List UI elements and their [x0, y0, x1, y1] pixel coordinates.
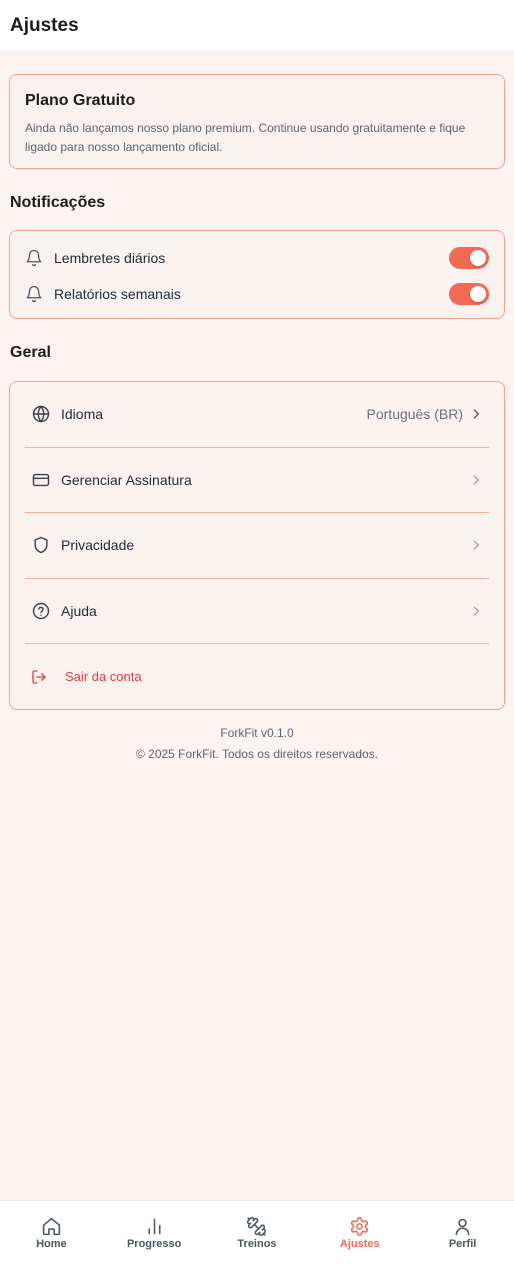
plan-card: Plano Gratuito Ainda não lançamos nosso …: [9, 74, 505, 169]
user-icon: [455, 1218, 470, 1236]
plan-description: Ainda não lançamos nosso plano premium. …: [25, 121, 466, 154]
footer: ForkFit v0.1.0 © 2025 ForkFit. Todos os …: [0, 726, 514, 761]
chevron-right-icon: [473, 409, 479, 419]
daily-reminders-toggle[interactable]: [449, 247, 489, 269]
privacy-row[interactable]: Privacidade: [25, 513, 489, 579]
logout-button[interactable]: Sair da conta: [25, 644, 489, 710]
weekly-reports-toggle[interactable]: [449, 283, 489, 305]
privacy-label: Privacidade: [61, 537, 135, 554]
bar-chart-icon: [148, 1218, 161, 1235]
copyright: © 2025 ForkFit. Todos os direitos reserv…: [135, 747, 379, 761]
credit-card-icon: [32, 473, 50, 486]
language-row[interactable]: Idioma Português (BR): [25, 382, 489, 448]
bell-icon: [26, 249, 42, 267]
chevron-right-icon: [473, 606, 479, 616]
help-label: Ajuda: [61, 602, 97, 619]
plan-title: Plano Gratuito: [25, 92, 136, 109]
chevron-right-icon: [473, 475, 479, 485]
globe-icon: [32, 406, 50, 423]
general-section-title: Geral: [10, 344, 51, 361]
bell-icon: [26, 285, 42, 303]
gear-icon: [351, 1216, 369, 1237]
app-version: ForkFit v0.1.0: [220, 726, 294, 740]
manage-subscription-row[interactable]: Gerenciar Assinatura: [25, 448, 489, 513]
tab-workouts-label: Treinos: [237, 1238, 277, 1250]
tab-workouts[interactable]: Treinos: [212, 1216, 302, 1250]
language-label: Idioma: [61, 406, 104, 423]
tab-progress[interactable]: Progresso: [109, 1216, 199, 1250]
tab-settings[interactable]: Ajustes: [315, 1216, 405, 1250]
chevron-right-icon: [473, 540, 479, 550]
home-icon: [42, 1217, 61, 1236]
language-value: Português (BR): [366, 406, 463, 423]
general-card: Idioma Português (BR) Gerenciar Assinatu…: [9, 381, 505, 710]
toggle-knob: [470, 286, 486, 302]
logout-icon: [32, 670, 46, 684]
tab-home-label: Home: [36, 1238, 67, 1250]
notifications-section-title: Notificações: [10, 194, 106, 211]
dumbbell-icon: [247, 1216, 267, 1237]
tab-profile[interactable]: Perfil: [418, 1216, 508, 1250]
shield-icon: [34, 537, 48, 554]
bottom-tab-bar: Home Progresso Treinos Ajustes Perfil: [0, 1200, 514, 1266]
toggle-knob: [470, 250, 486, 266]
help-circle-icon: [32, 602, 50, 619]
daily-reminders-label: Lembretes diários: [54, 250, 166, 266]
manage-subscription-label: Gerenciar Assinatura: [61, 471, 192, 488]
notifications-card: Lembretes diários Relatórios semanais: [9, 230, 505, 319]
tab-progress-label: Progresso: [126, 1238, 182, 1250]
page-title: Ajustes: [10, 14, 79, 36]
logout-label: Sair da conta: [65, 669, 142, 685]
weekly-reports-row: Relatórios semanais: [25, 276, 489, 312]
tab-settings-label: Ajustes: [339, 1238, 380, 1250]
help-row[interactable]: Ajuda: [25, 579, 489, 644]
daily-reminders-row: Lembretes diários: [25, 240, 489, 276]
tab-home[interactable]: Home: [6, 1216, 96, 1250]
weekly-reports-label: Relatórios semanais: [54, 286, 181, 302]
header: Ajustes: [0, 0, 514, 52]
tab-profile-label: Perfil: [448, 1238, 477, 1250]
